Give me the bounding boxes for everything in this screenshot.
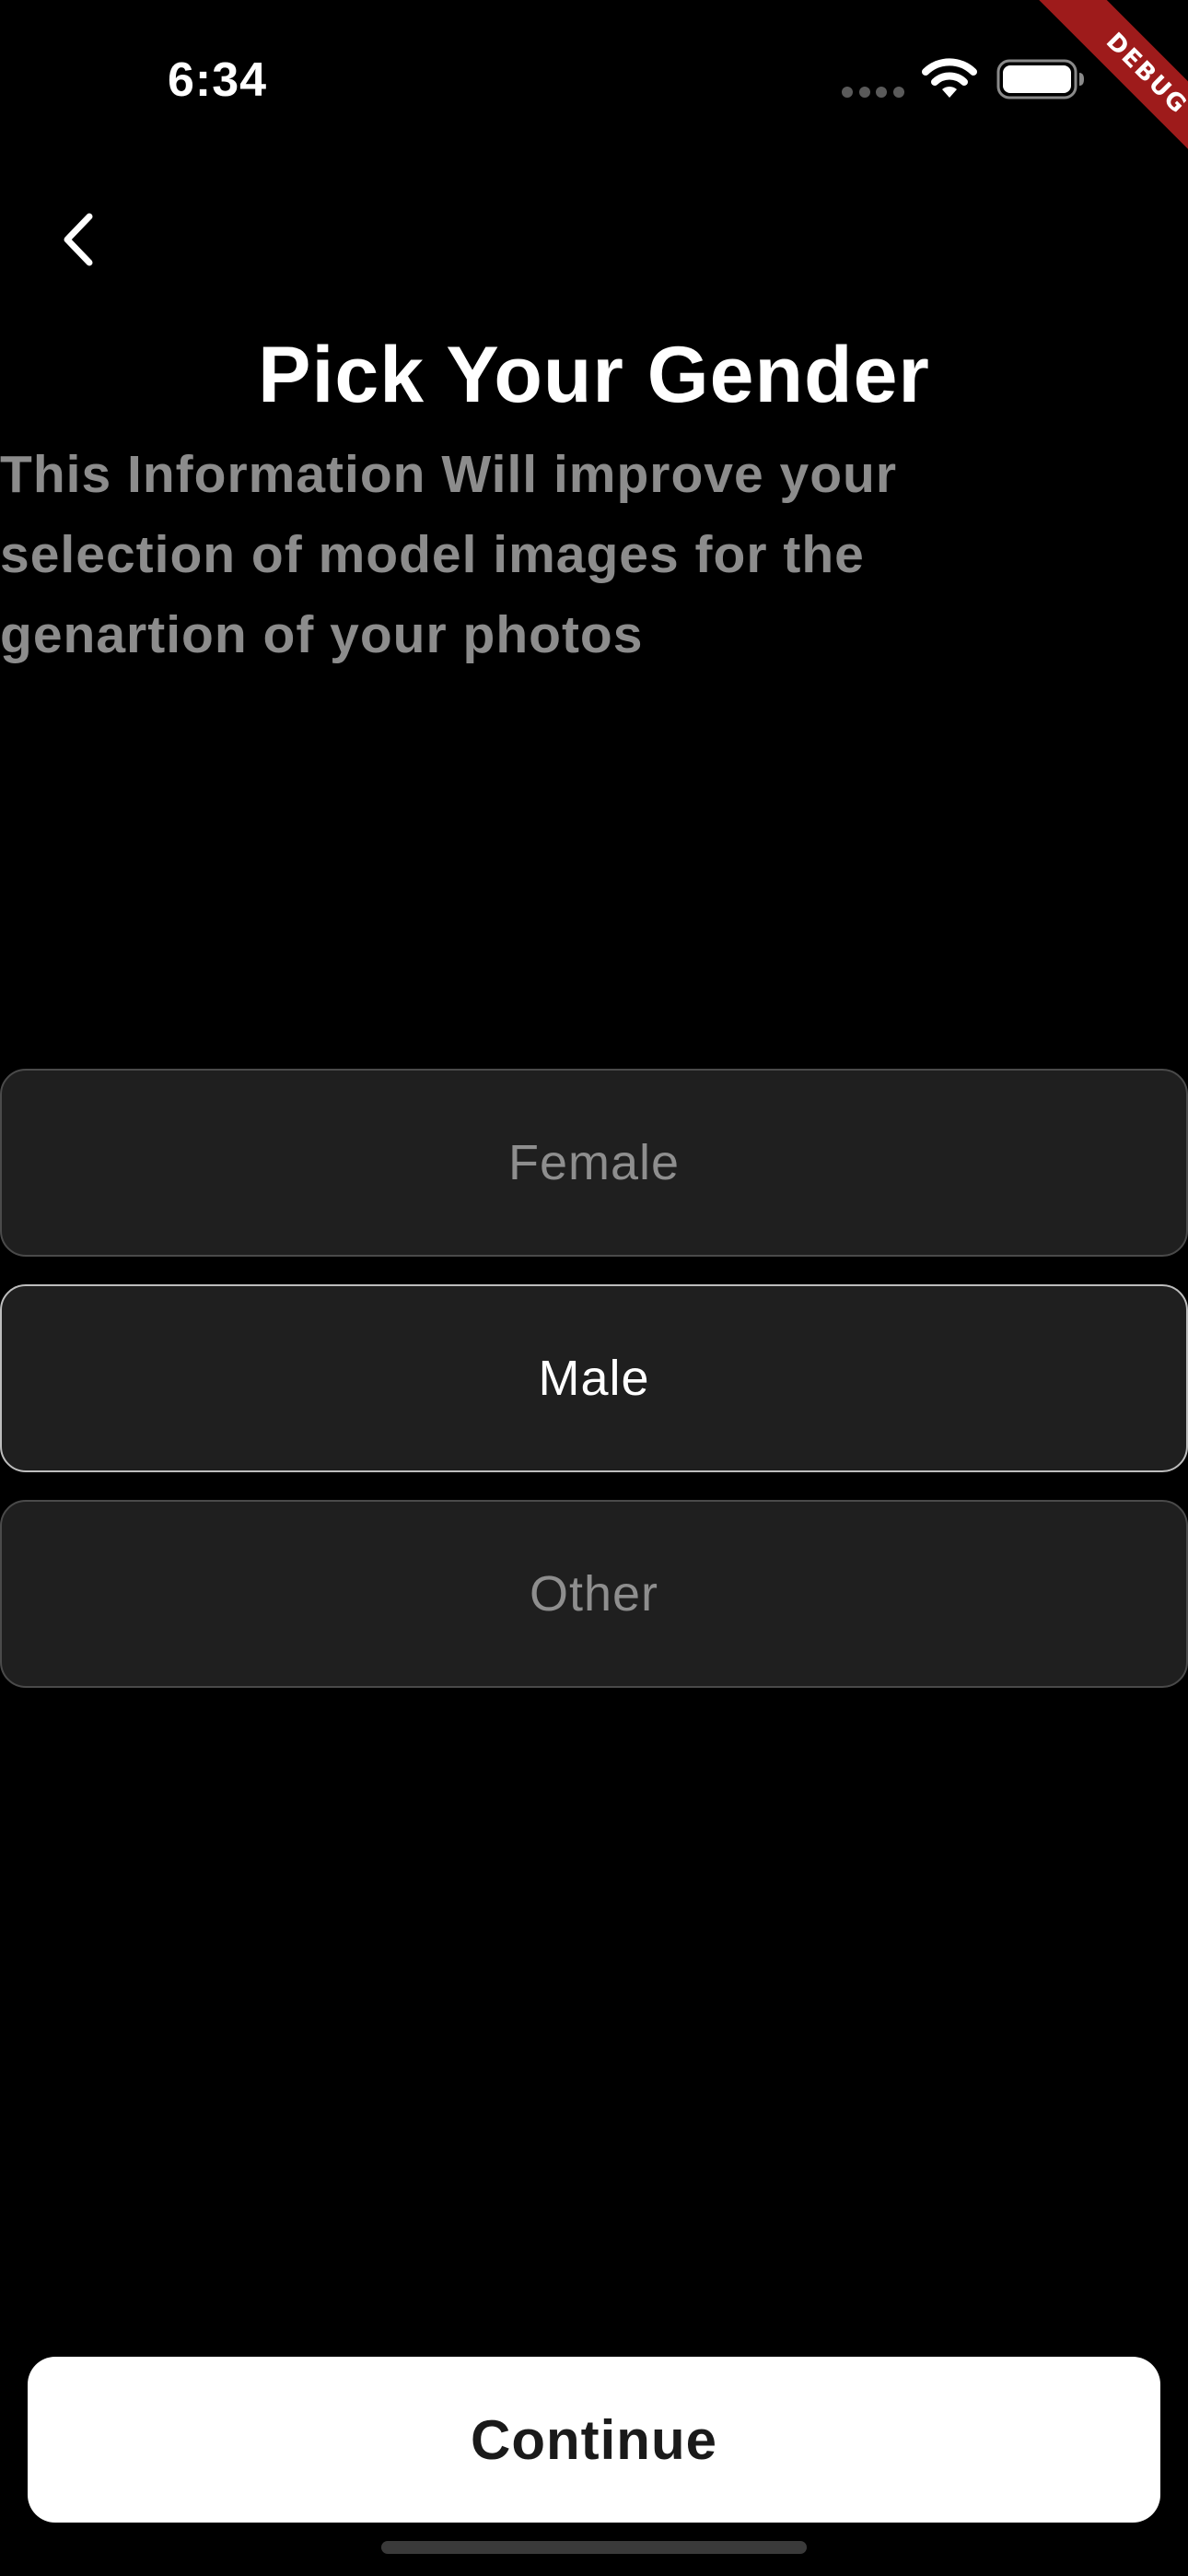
gender-option-label: Female: [507, 1135, 681, 1190]
gender-option-female[interactable]: Female: [0, 1069, 1188, 1257]
debug-banner: DEBUG: [1004, 0, 1188, 184]
gender-options: Female Male Other: [0, 1069, 1188, 1715]
page-subtitle: This Information Will improve your selec…: [0, 445, 898, 664]
signal-dots-icon: [842, 87, 904, 98]
gender-option-label: Other: [529, 1566, 659, 1622]
back-button[interactable]: [46, 203, 111, 276]
status-time: 6:34: [168, 53, 268, 107]
gender-option-other[interactable]: Other: [0, 1500, 1188, 1688]
chevron-left-icon: [64, 213, 93, 266]
continue-button-label: Continue: [471, 2408, 717, 2471]
page-title: Pick Your Gender: [258, 331, 930, 419]
gender-option-male[interactable]: Male: [0, 1284, 1188, 1472]
home-indicator[interactable]: [381, 2541, 807, 2554]
gender-option-label: Male: [538, 1351, 650, 1406]
continue-button[interactable]: Continue: [28, 2357, 1160, 2523]
wifi-icon: [922, 58, 977, 98]
debug-banner-label: DEBUG: [1035, 0, 1188, 184]
